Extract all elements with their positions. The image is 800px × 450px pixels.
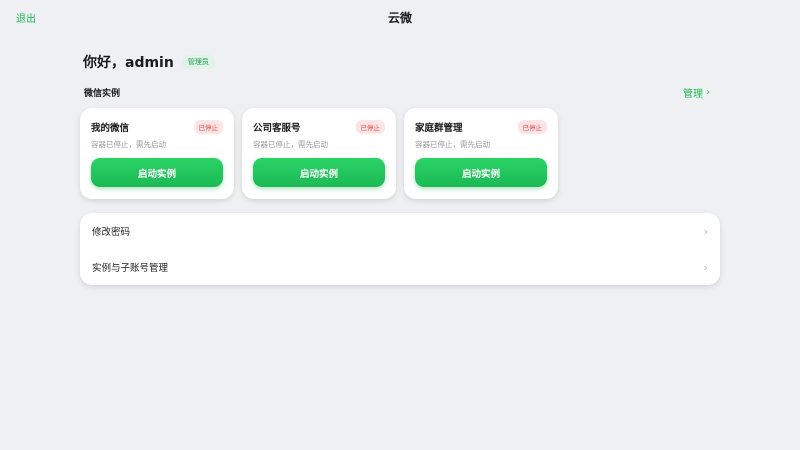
settings-menu: 修改密码 › 实例与子账号管理 ›: [80, 213, 720, 285]
chevron-right-icon: ›: [703, 260, 708, 274]
menu-item-label: 修改密码: [92, 227, 131, 238]
status-badge: 已停止: [193, 120, 223, 134]
instance-card: 公司客服号 已停止 容器已停止，需先启动 启动实例: [242, 108, 396, 199]
instances-section-title: 微信实例: [84, 89, 121, 99]
instance-name: 公司客服号: [253, 123, 301, 134]
change-password-item[interactable]: 修改密码 ›: [80, 213, 720, 249]
menu-item-label: 实例与子账号管理: [92, 263, 169, 274]
manage-instances-link[interactable]: 管理 ›: [683, 85, 710, 100]
manage-label: 管理: [683, 89, 703, 100]
top-bar: 退出 云微: [0, 0, 800, 32]
start-instance-button[interactable]: 启动实例: [415, 158, 547, 187]
chevron-right-icon: ›: [706, 87, 710, 98]
instance-card: 我的微信 已停止 容器已停止，需先启动 启动实例: [80, 108, 234, 199]
instance-card: 家庭群管理 已停止 容器已停止，需先启动 启动实例: [404, 108, 558, 199]
greeting-text: 你好，admin: [83, 55, 174, 71]
instance-name: 家庭群管理: [415, 123, 463, 134]
instance-description: 容器已停止，需先启动: [253, 140, 328, 149]
role-badge: 管理员: [181, 55, 215, 69]
status-badge: 已停止: [517, 120, 547, 134]
instance-name: 我的微信: [91, 123, 130, 134]
instance-description: 容器已停止，需先启动: [415, 140, 490, 149]
instance-cards: 我的微信 已停止 容器已停止，需先启动 启动实例 公司客服号 已停止 容器已停止…: [80, 108, 558, 199]
instance-description: 容器已停止，需先启动: [91, 140, 166, 149]
status-badge: 已停止: [355, 120, 385, 134]
app-title: 云微: [387, 11, 412, 25]
greeting: 你好，admin 管理员: [83, 52, 215, 72]
start-instance-button[interactable]: 启动实例: [91, 158, 223, 187]
chevron-right-icon: ›: [703, 224, 708, 238]
instance-subaccount-management-item[interactable]: 实例与子账号管理 ›: [80, 249, 720, 285]
start-instance-button[interactable]: 启动实例: [253, 158, 385, 187]
